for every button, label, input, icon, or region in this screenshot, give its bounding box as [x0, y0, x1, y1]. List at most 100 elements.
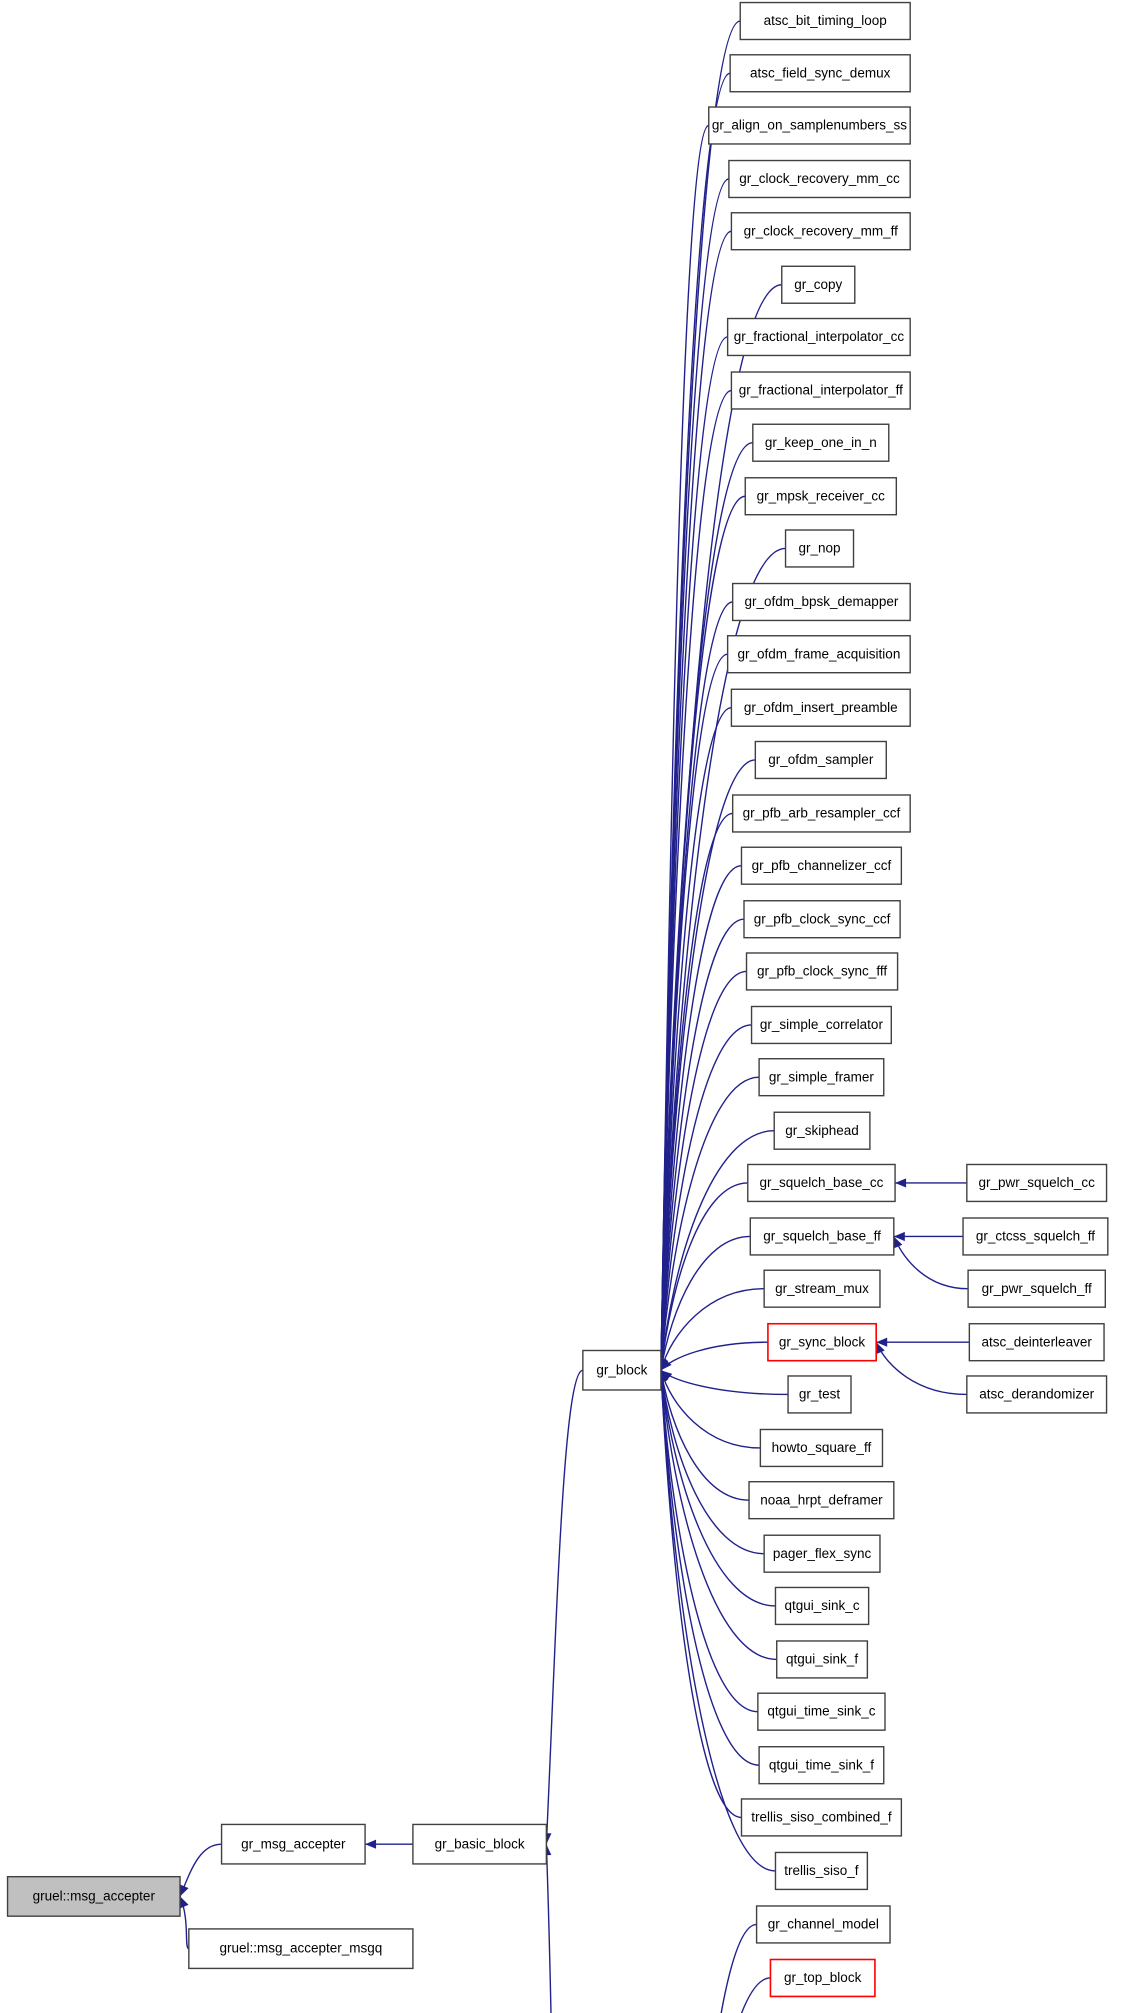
class-node-atsc-deinterleaver[interactable]: atsc_deinterleaver: [968, 1323, 1105, 1362]
class-node-gr-squelch-base-cc[interactable]: gr_squelch_base_cc: [747, 1163, 896, 1203]
class-node-gr-ofdm-bpsk-demapper[interactable]: gr_ofdm_bpsk_demapper: [731, 582, 911, 622]
class-node-qtgui-sink-c[interactable]: qtgui_sink_c: [774, 1586, 870, 1626]
inheritance-edge: [545, 1844, 552, 2013]
inheritance-edge: [545, 1369, 584, 1845]
class-node-label: gr_ofdm_sampler: [768, 752, 874, 767]
class-node-gr-simple-correlator[interactable]: gr_simple_correlator: [750, 1005, 892, 1045]
class-node-gr-copy[interactable]: gr_copy: [781, 265, 856, 304]
class-node-label: qtgui_sink_f: [786, 1652, 858, 1667]
class-node-label: trellis_siso_combined_f: [751, 1809, 892, 1824]
class-node-label: gr_ofdm_frame_acquisition: [737, 646, 900, 661]
class-node-label: gr_ofdm_insert_preamble: [744, 700, 898, 715]
class-node-atsc-derandomizer[interactable]: atsc_derandomizer: [966, 1375, 1108, 1414]
class-node-gr-pfb-channelizer-ccf[interactable]: gr_pfb_channelizer_ccf: [740, 846, 903, 885]
class-node-gr-squelch-base-ff[interactable]: gr_squelch_base_ff: [749, 1217, 895, 1256]
class-node-gr-clock-recovery-mm-cc[interactable]: gr_clock_recovery_mm_cc: [728, 159, 911, 199]
class-node-label: gr_block: [596, 1362, 647, 1377]
class-node-trellis-siso-f[interactable]: trellis_siso_f: [774, 1851, 869, 1891]
class-node-label: gr_nop: [799, 541, 841, 556]
class-node-gr-fractional-interpolator-cc[interactable]: gr_fractional_interpolator_cc: [726, 317, 911, 357]
inheritance-edge: [720, 1923, 757, 2013]
class-node-noaa-hrpt-deframer[interactable]: noaa_hrpt_deframer: [748, 1481, 895, 1520]
class-node-gr-pfb-clock-sync-ccf[interactable]: gr_pfb_clock_sync_ccf: [743, 900, 901, 939]
class-node-label: gr_pfb_arb_resampler_ccf: [743, 806, 901, 821]
class-node-label: qtgui_sink_c: [785, 1598, 860, 1613]
class-node-label: qtgui_time_sink_f: [769, 1757, 874, 1772]
inheritance-edge: [660, 1369, 789, 1396]
class-node-label: gr_test: [799, 1387, 841, 1402]
class-node-gr-pfb-clock-sync-fff[interactable]: gr_pfb_clock_sync_fff: [745, 952, 899, 991]
class-node-gr-pwr-squelch-cc[interactable]: gr_pwr_squelch_cc: [966, 1163, 1108, 1203]
class-node-atsc-bit-timing-loop[interactable]: atsc_bit_timing_loop: [739, 1, 911, 41]
class-node-gr-msg-accepter[interactable]: gr_msg_accepter: [220, 1823, 366, 1865]
graph-canvas: gruel::msg_acceptergruel::msg_accepter_m…: [6, 1, 1109, 2013]
class-node-gr-basic-block[interactable]: gr_basic_block: [412, 1823, 548, 1865]
inheritance-edge: [740, 1977, 771, 2013]
class-node-pager-flex-sync[interactable]: pager_flex_sync: [763, 1534, 881, 1573]
class-node-label: gr_ofdm_bpsk_demapper: [744, 594, 898, 609]
class-node-label: pager_flex_sync: [773, 1546, 872, 1561]
class-node-gruel-msg-accepter-msgq[interactable]: gruel::msg_accepter_msgq: [188, 1928, 414, 1970]
class-node-label: gr_pfb_clock_sync_fff: [757, 964, 887, 979]
class-node-gr-align-on-samplenumbers-ss[interactable]: gr_align_on_samplenumbers_ss: [708, 106, 911, 145]
class-node-label: gr_clock_recovery_mm_cc: [739, 171, 900, 186]
inheritance-edge: [660, 1341, 768, 1371]
class-node-gr-keep-one-in-n[interactable]: gr_keep_one_in_n: [752, 423, 890, 462]
class-node-gr-ofdm-frame-acquisition[interactable]: gr_ofdm_frame_acquisition: [726, 635, 911, 674]
class-node-label: gr_align_on_samplenumbers_ss: [712, 118, 907, 133]
class-node-gr-pfb-arb-resampler-ccf[interactable]: gr_pfb_arb_resampler_ccf: [731, 794, 911, 833]
inheritance-edge: [875, 1341, 967, 1396]
class-node-label: gr_channel_model: [768, 1917, 879, 1932]
class-node-trellis-siso-combined-f[interactable]: trellis_siso_combined_f: [740, 1798, 903, 1837]
class-node-label: gr_mpsk_receiver_cc: [757, 488, 886, 503]
class-node-gr-test[interactable]: gr_test: [787, 1375, 852, 1414]
class-node-label: atsc_deinterleaver: [982, 1334, 1093, 1349]
class-node-label: qtgui_time_sink_c: [767, 1704, 875, 1719]
class-node-label: gr_fractional_interpolator_ff: [739, 383, 903, 398]
class-node-label: gr_simple_correlator: [760, 1017, 884, 1032]
class-node-label: gruel::msg_accepter_msgq: [219, 1941, 382, 1956]
inheritance-edge: [660, 1370, 761, 1449]
class-node-label: gr_sync_block: [779, 1334, 866, 1349]
class-node-gr-ctcss-squelch-ff[interactable]: gr_ctcss_squelch_ff: [962, 1217, 1109, 1256]
class-node-label: gr_top_block: [784, 1970, 862, 1985]
class-node-qtgui-time-sink-c[interactable]: qtgui_time_sink_c: [757, 1692, 886, 1731]
class-node-label: noaa_hrpt_deframer: [760, 1492, 883, 1507]
class-node-gruel-msg-accepter[interactable]: gruel::msg_accepter: [6, 1875, 181, 1917]
class-node-gr-mpsk-receiver-cc[interactable]: gr_mpsk_receiver_cc: [744, 477, 898, 516]
class-node-howto-square-ff[interactable]: howto_square_ff: [759, 1428, 884, 1468]
class-node-gr-stream-mux[interactable]: gr_stream_mux: [763, 1269, 881, 1308]
class-node-gr-block[interactable]: gr_block: [582, 1349, 662, 1391]
class-node-label: gr_clock_recovery_mm_ff: [744, 223, 899, 238]
class-node-label: howto_square_ff: [772, 1440, 872, 1455]
class-node-gr-channel-model[interactable]: gr_channel_model: [755, 1905, 891, 1944]
class-node-gr-top-block[interactable]: gr_top_block: [769, 1958, 876, 1998]
class-node-label: gr_pwr_squelch_cc: [979, 1175, 1096, 1190]
class-node-gr-skiphead[interactable]: gr_skiphead: [773, 1111, 871, 1150]
class-node-gr-ofdm-insert-preamble[interactable]: gr_ofdm_insert_preamble: [730, 688, 911, 727]
edge-arrowhead: [895, 1178, 907, 1188]
class-node-label: atsc_bit_timing_loop: [764, 13, 887, 28]
node-layer: gruel::msg_acceptergruel::msg_accepter_m…: [6, 1, 1109, 1998]
class-node-label: gr_skiphead: [785, 1123, 859, 1138]
class-node-label: gr_squelch_base_ff: [763, 1229, 881, 1244]
class-node-label: gr_pwr_squelch_ff: [982, 1281, 1092, 1296]
class-node-atsc-field-sync-demux[interactable]: atsc_field_sync_demux: [729, 54, 911, 93]
class-node-label: gr_stream_mux: [775, 1281, 869, 1296]
class-node-qtgui-sink-f[interactable]: qtgui_sink_f: [776, 1640, 869, 1679]
class-node-gr-fractional-interpolator-ff[interactable]: gr_fractional_interpolator_ff: [730, 371, 911, 410]
class-node-gr-ofdm-sampler[interactable]: gr_ofdm_sampler: [754, 740, 887, 780]
class-node-label: gr_simple_framer: [769, 1069, 875, 1084]
class-node-gr-clock-recovery-mm-ff[interactable]: gr_clock_recovery_mm_ff: [730, 212, 911, 251]
class-node-qtgui-time-sink-f[interactable]: qtgui_time_sink_f: [758, 1746, 885, 1785]
inheritance-edge: [660, 1370, 758, 1713]
class-node-label: trellis_siso_f: [784, 1863, 859, 1878]
class-node-gr-simple-framer[interactable]: gr_simple_framer: [758, 1058, 885, 1097]
class-node-label: atsc_field_sync_demux: [750, 65, 891, 80]
class-node-gr-sync-block[interactable]: gr_sync_block: [767, 1322, 877, 1362]
edge-arrowhead: [180, 1884, 189, 1897]
class-node-gr-pwr-squelch-ff[interactable]: gr_pwr_squelch_ff: [967, 1269, 1107, 1308]
class-node-label: gr_ctcss_squelch_ff: [976, 1229, 1095, 1244]
class-node-label: gr_keep_one_in_n: [765, 435, 877, 450]
class-node-gr-nop[interactable]: gr_nop: [784, 529, 855, 568]
